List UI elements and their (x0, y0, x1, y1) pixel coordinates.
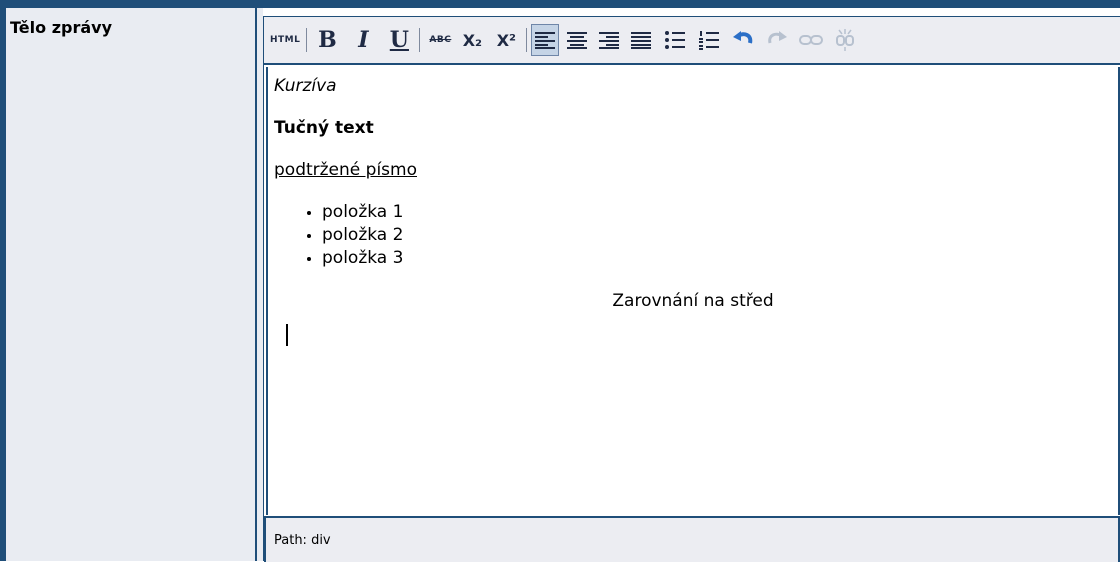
bold-paragraph: Tučný text (274, 118, 374, 138)
strikethrough-button[interactable]: ABC (426, 24, 454, 56)
list-item: položka 3 (322, 247, 1112, 270)
editor-status-bar: Path: div (264, 516, 1120, 562)
unlink-button[interactable] (831, 24, 859, 56)
center-paragraph: Zarovnání na střed (612, 291, 774, 311)
label-column: Tělo zprávy (0, 0, 257, 561)
link-icon (799, 35, 824, 45)
redo-icon (768, 31, 788, 44)
align-right-icon (599, 32, 620, 49)
align-left-icon (535, 32, 556, 49)
element-path: Path: div (274, 532, 331, 548)
italic-paragraph: Kurzíva (274, 76, 337, 96)
subscript-button[interactable]: X₂ (458, 24, 486, 56)
align-justify-icon (631, 32, 652, 49)
rich-text-editor: HTML B I U ABC X₂ X² Kurzíva Tučný text … (263, 16, 1120, 562)
bold-button[interactable]: B (313, 24, 341, 56)
toolbar-separator (419, 28, 421, 52)
numbered-list-icon (699, 31, 720, 50)
toolbar-separator (526, 28, 528, 52)
top-border (257, 0, 1120, 8)
link-button[interactable] (797, 24, 825, 56)
bullet-list-button[interactable] (661, 24, 689, 56)
unlink-icon (836, 29, 855, 51)
html-source-button[interactable]: HTML (270, 24, 300, 56)
numbered-list-button[interactable] (695, 24, 723, 56)
align-center-button[interactable] (563, 24, 591, 56)
align-right-button[interactable] (595, 24, 623, 56)
bullet-list: položka 1 položka 2 položka 3 (274, 201, 1112, 270)
italic-button[interactable]: I (349, 24, 377, 56)
undo-button[interactable] (729, 24, 757, 56)
text-cursor (286, 324, 288, 346)
editor-content-area[interactable]: Kurzíva Tučný text podtržené písmo polož… (266, 67, 1120, 515)
align-left-button[interactable] (531, 24, 560, 56)
redo-button[interactable] (763, 24, 791, 56)
bullet-list-icon (665, 31, 686, 49)
align-justify-button[interactable] (627, 24, 655, 56)
undo-icon (733, 31, 753, 44)
toolbar-separator (306, 28, 308, 52)
list-item: položka 2 (322, 224, 1112, 247)
editor-toolbar: HTML B I U ABC X₂ X² (264, 17, 1120, 65)
underline-button[interactable]: U (385, 24, 413, 56)
field-label: Tělo zprávy (10, 18, 112, 37)
superscript-button[interactable]: X² (492, 24, 520, 56)
list-item: položka 1 (322, 201, 1112, 224)
align-center-icon (567, 32, 588, 49)
underline-paragraph: podtržené písmo (274, 160, 417, 180)
